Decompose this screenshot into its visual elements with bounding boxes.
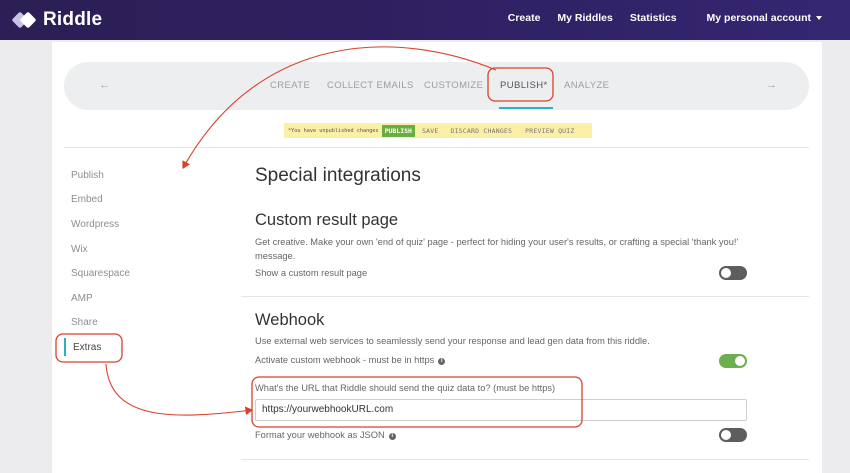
section-divider — [241, 296, 809, 297]
active-tab-indicator — [499, 107, 553, 109]
sidebar-item-embed[interactable]: Embed — [71, 194, 103, 205]
webhook-heading: Webhook — [255, 311, 325, 329]
sidebar-item-amp[interactable]: AMP — [71, 293, 93, 304]
sidebar-item-extras[interactable]: Extras — [73, 342, 101, 353]
discard-changes-button[interactable]: DISCARD CHANGES — [450, 127, 512, 135]
top-navbar: Riddle Create My Riddles Statistics My p… — [0, 0, 850, 40]
webhook-url-label: What's the URL that Riddle should send t… — [255, 383, 556, 393]
info-icon[interactable]: i — [388, 433, 396, 440]
tab-customize[interactable]: CUSTOMIZE — [424, 80, 483, 91]
json-format-toggle[interactable] — [719, 428, 747, 442]
account-menu[interactable]: My personal account — [707, 12, 822, 24]
unpublished-changes-bar: *You have unpublished changes PUBLISH SA… — [284, 123, 592, 138]
info-icon[interactable]: i — [438, 358, 446, 365]
tab-analyze[interactable]: ANALYZE — [564, 80, 609, 91]
activate-webhook-label: Activate custom webhook - must be in htt… — [255, 355, 446, 365]
toggle-knob — [735, 356, 745, 366]
page-title: Special integrations — [255, 165, 421, 186]
arrow-left-icon[interactable]: ← — [99, 79, 110, 91]
sidebar-item-publish[interactable]: Publish — [71, 170, 104, 181]
unpublished-message: *You have unpublished changes — [288, 127, 379, 134]
riddle-logo[interactable]: Riddle — [11, 9, 103, 31]
sidebar-item-wordpress[interactable]: Wordpress — [71, 219, 119, 230]
sidebar-item-squarespace[interactable]: Squarespace — [71, 268, 130, 279]
save-button[interactable]: SAVE — [422, 127, 438, 135]
nav-my-riddles-link[interactable]: My Riddles — [557, 12, 612, 24]
sidebar-item-share[interactable]: Share — [71, 317, 98, 328]
custom-result-description: Get creative. Make your own 'end of quiz… — [255, 237, 739, 261]
webhook-url-input[interactable]: https://yourwebhookURL.com — [255, 399, 747, 421]
toggle-knob — [721, 430, 731, 440]
custom-result-heading: Custom result page — [255, 211, 399, 229]
custom-result-toggle-label: Show a custom result page — [255, 268, 368, 278]
publish-button[interactable]: PUBLISH — [381, 124, 415, 137]
arrow-right-icon[interactable]: → — [766, 79, 777, 91]
nav-create-link[interactable]: Create — [508, 12, 541, 24]
sidebar-item-wix[interactable]: Wix — [71, 244, 88, 255]
brand-name: Riddle — [43, 9, 103, 30]
tab-create[interactable]: CREATE — [270, 80, 310, 91]
riddle-logo-icon — [11, 11, 38, 29]
main-nav-links: Create My Riddles Statistics My personal… — [491, 12, 822, 24]
sidebar-active-indicator — [64, 338, 66, 356]
json-format-label: Format your webhook as JSON i — [255, 430, 396, 440]
webhook-description: Use external web services to seamlessly … — [255, 336, 650, 346]
nav-statistics-link[interactable]: Statistics — [630, 12, 677, 24]
preview-quiz-button[interactable]: PREVIEW QUIZ — [525, 127, 574, 135]
step-navigation-bar: ← CREATE COLLECT EMAILS CUSTOMIZE PUBLIS… — [64, 62, 809, 110]
tab-publish[interactable]: PUBLISH* — [500, 80, 548, 91]
account-label: My personal account — [706, 12, 811, 24]
chevron-down-icon — [816, 16, 822, 21]
header-divider — [64, 147, 809, 148]
activate-webhook-text: Activate custom webhook - must be in htt… — [255, 355, 435, 365]
tab-collect-emails[interactable]: COLLECT EMAILS — [327, 80, 414, 91]
section-divider — [241, 459, 809, 460]
json-format-text: Format your webhook as JSON — [255, 430, 385, 440]
activate-webhook-toggle[interactable] — [719, 354, 747, 368]
custom-result-toggle[interactable] — [719, 266, 747, 280]
toggle-knob — [721, 268, 731, 278]
